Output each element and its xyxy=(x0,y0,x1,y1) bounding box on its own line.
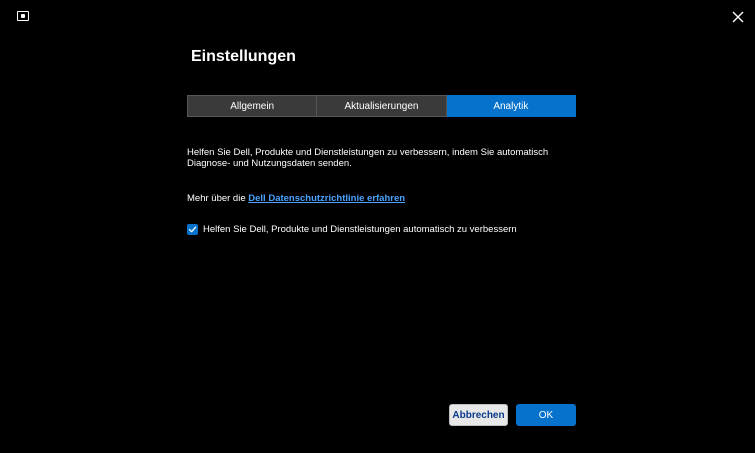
close-icon xyxy=(732,11,744,23)
improve-checkbox[interactable] xyxy=(187,224,198,235)
checkmark-icon xyxy=(188,226,197,233)
cancel-button[interactable]: Abbrechen xyxy=(449,404,508,426)
tab-analytik[interactable]: Analytik xyxy=(446,95,576,117)
improve-checkbox-label: Helfen Sie Dell, Produkte und Dienstleis… xyxy=(203,224,517,235)
close-button[interactable] xyxy=(729,8,747,26)
improve-checkbox-row[interactable]: Helfen Sie Dell, Produkte und Dienstleis… xyxy=(187,224,517,235)
tab-aktualisierungen[interactable]: Aktualisierungen xyxy=(317,95,447,117)
tab-bar: Allgemein Aktualisierungen Analytik xyxy=(187,95,576,117)
settings-window: Einstellungen Allgemein Aktualisierungen… xyxy=(0,0,755,453)
privacy-policy-link[interactable]: Dell Datenschutzrichtlinie erfahren xyxy=(248,193,405,204)
ok-button[interactable]: OK xyxy=(516,404,576,426)
monitor-icon xyxy=(17,11,29,21)
monitor-icon-dot xyxy=(21,14,25,18)
tab-allgemein[interactable]: Allgemein xyxy=(187,95,318,117)
privacy-prefix: Mehr über die xyxy=(187,193,249,204)
analytics-description: Helfen Sie Dell, Produkte und Dienstleis… xyxy=(187,147,549,169)
privacy-info: Mehr über die Dell Datenschutzrichtlinie… xyxy=(187,193,405,204)
page-title: Einstellungen xyxy=(191,48,296,65)
